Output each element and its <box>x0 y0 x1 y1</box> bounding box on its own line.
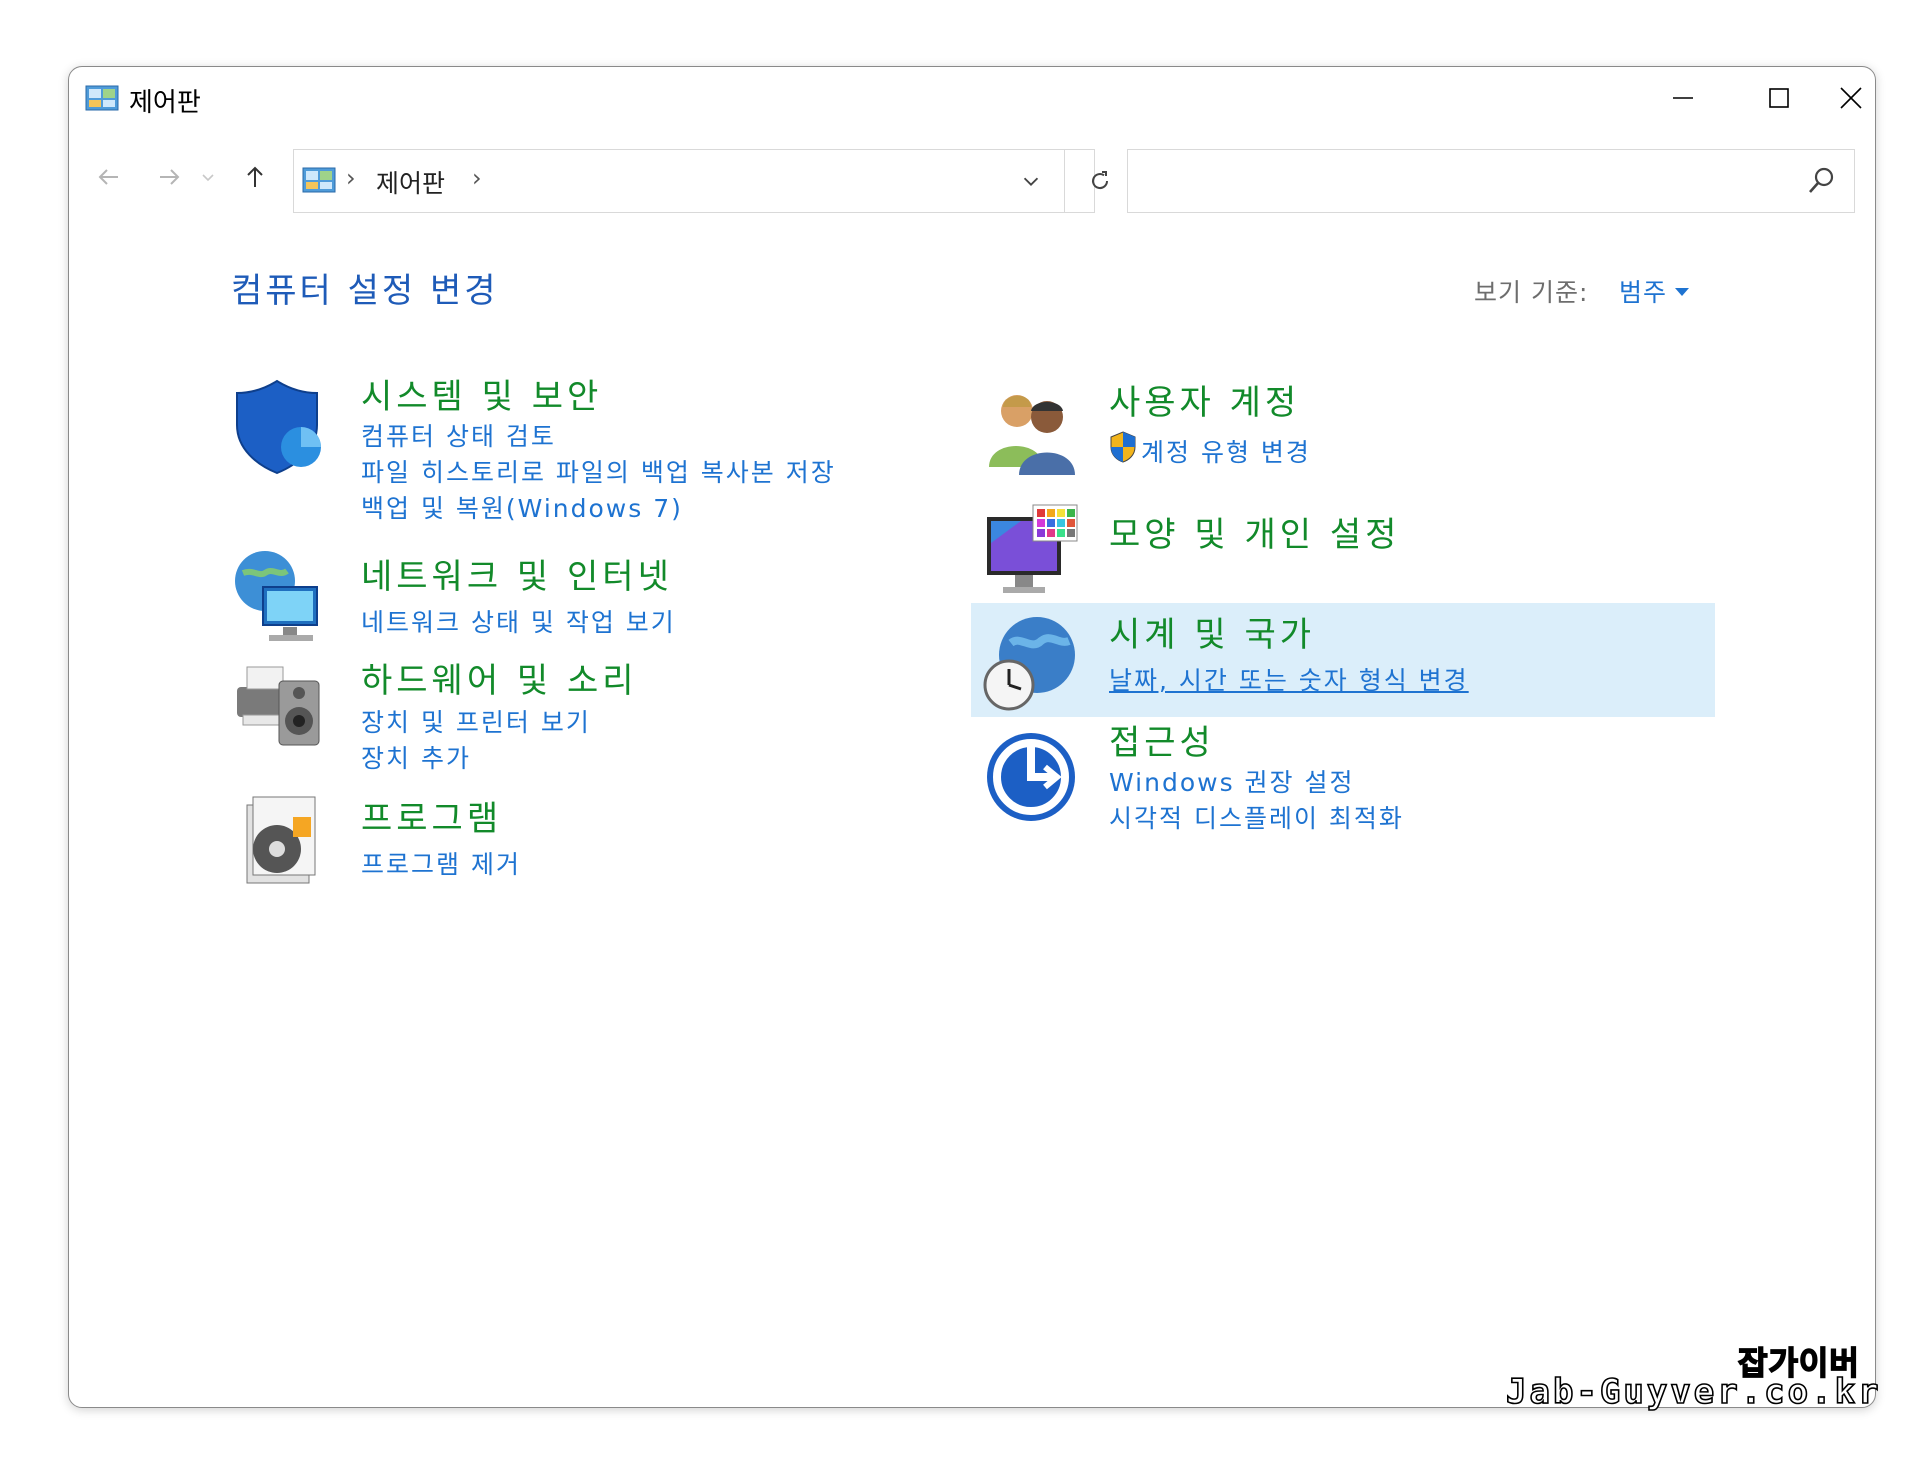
category-title[interactable]: 시계 및 국가 <box>1109 607 1315 656</box>
title-bar: 제어판 <box>69 67 1875 129</box>
link-backup-restore[interactable]: 백업 및 복원(Windows 7) <box>361 489 683 525</box>
breadcrumb-item[interactable]: 제어판 <box>376 164 445 200</box>
navigation-bar: › 제어판 › <box>69 143 1875 213</box>
breadcrumb-separator[interactable]: › <box>346 164 356 192</box>
link-change-date-format[interactable]: 날짜, 시간 또는 숫자 형식 변경 <box>1109 661 1469 697</box>
search-button[interactable] <box>1804 164 1838 198</box>
breadcrumb-separator[interactable]: › <box>472 164 482 192</box>
category-title[interactable]: 프로그램 <box>361 791 502 840</box>
link-add-device[interactable]: 장치 추가 <box>361 739 471 775</box>
link-devices-printers[interactable]: 장치 및 프린터 보기 <box>361 703 591 739</box>
back-button[interactable] <box>89 157 129 197</box>
category-title[interactable]: 네트워크 및 인터넷 <box>361 549 673 598</box>
link-windows-recommended[interactable]: Windows 권장 설정 <box>1109 763 1355 799</box>
refresh-button[interactable] <box>1064 150 1135 212</box>
link-change-account-type[interactable]: 계정 유형 변경 <box>1141 433 1311 469</box>
dropdown-arrow-icon <box>1675 288 1690 296</box>
close-button[interactable] <box>1827 67 1875 129</box>
arrow-right-icon <box>160 169 180 185</box>
shield-icon <box>236 379 321 475</box>
refresh-icon <box>1092 171 1109 190</box>
search-box[interactable] <box>1127 149 1855 213</box>
up-button[interactable] <box>235 157 275 197</box>
uac-shield-icon <box>1110 431 1136 463</box>
category-title[interactable]: 사용자 계정 <box>1109 375 1300 424</box>
chevron-down-icon <box>202 174 214 182</box>
hover-highlight <box>971 603 1715 717</box>
printer-speaker-icon <box>237 666 320 746</box>
control-panel-icon <box>85 85 119 111</box>
link-review-status[interactable]: 컴퓨터 상태 검토 <box>361 417 556 453</box>
address-history-button[interactable] <box>1012 162 1050 200</box>
network-globe-icon <box>235 551 318 641</box>
maximize-button[interactable] <box>1731 67 1827 129</box>
category-title[interactable]: 하드웨어 및 소리 <box>361 653 638 702</box>
control-panel-window: 제어판 › 제어판 › 컴퓨터 설정 변경 보기 기준: 범주 시스템 및 보안… <box>68 66 1876 1408</box>
link-uninstall-program[interactable]: 프로그램 제거 <box>361 845 521 881</box>
control-panel-icon <box>302 167 336 193</box>
arrow-left-icon <box>98 169 118 185</box>
view-by-label: 보기 기준: <box>1474 278 1589 307</box>
chevron-down-icon <box>1023 177 1039 186</box>
window-title: 제어판 <box>129 88 201 118</box>
close-icon <box>1840 87 1862 109</box>
globe-clock-icon <box>983 617 1075 711</box>
maximize-icon <box>1769 88 1789 108</box>
view-by-dropdown[interactable]: 범주 <box>1619 273 1690 309</box>
search-icon <box>1809 167 1834 193</box>
address-bar[interactable]: › 제어판 › <box>293 149 1109 213</box>
link-optimize-display[interactable]: 시각적 디스플레이 최적화 <box>1109 799 1404 835</box>
forward-button[interactable] <box>149 157 189 197</box>
recent-locations-button[interactable] <box>195 157 221 197</box>
arrow-up-icon <box>247 166 263 187</box>
page-title: 컴퓨터 설정 변경 <box>231 271 499 311</box>
link-network-status[interactable]: 네트워크 상태 및 작업 보기 <box>361 603 676 639</box>
view-by-value: 범주 <box>1619 278 1668 307</box>
watermark-url: Jab-Guyver.co.kr <box>1505 1371 1882 1413</box>
link-file-history[interactable]: 파일 히스토리로 파일의 백업 복사본 저장 <box>361 453 836 489</box>
search-input[interactable] <box>1140 158 1784 204</box>
users-icon <box>989 395 1075 475</box>
minimize-button[interactable] <box>1635 67 1731 129</box>
category-title[interactable]: 접근성 <box>1109 715 1215 764</box>
accessibility-icon <box>987 733 1075 821</box>
category-title[interactable]: 시스템 및 보안 <box>361 369 602 418</box>
category-title[interactable]: 모양 및 개인 설정 <box>1109 507 1400 556</box>
minimize-icon <box>1673 97 1693 99</box>
monitor-palette-icon <box>987 504 1078 593</box>
programs-disc-icon <box>246 796 316 884</box>
